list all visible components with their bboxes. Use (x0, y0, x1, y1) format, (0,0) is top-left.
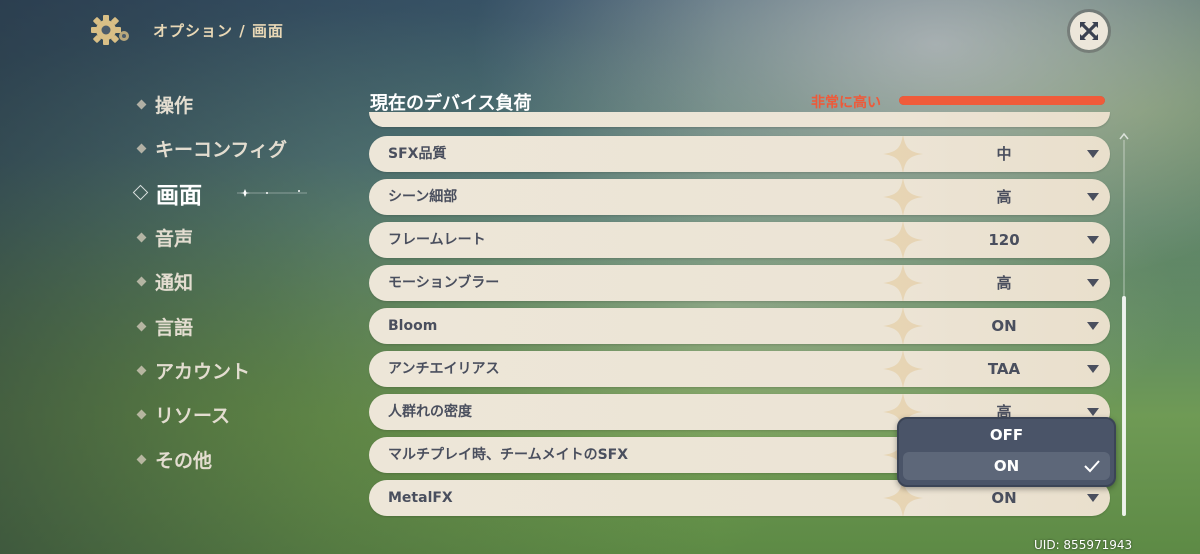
sparkle-icon (237, 188, 307, 197)
setting-label: MetalFX (388, 490, 453, 506)
star-decoration-icon (883, 222, 923, 258)
sidebar-item-audio[interactable]: 音声 (134, 215, 354, 259)
setting-value: 高 (996, 274, 1012, 292)
chevron-down-icon (1087, 365, 1099, 373)
setting-value: 120 (988, 231, 1020, 249)
chevron-down-icon (1087, 150, 1099, 158)
chevron-down-icon (1087, 193, 1099, 201)
star-decoration-icon (883, 308, 923, 344)
sidebar-item-label: リソース (155, 405, 231, 428)
diamond-bullet-icon (136, 409, 147, 420)
setting-row-motion-blur[interactable]: モーションブラー 高 (369, 265, 1110, 301)
sidebar-nav: 操作 キーコンフィグ 画面 音声 通知 言語 アカウント リソース その他 (132, 82, 354, 482)
setting-row-scene-detail[interactable]: シーン細部 高 (369, 179, 1110, 215)
star-decoration-icon (883, 351, 923, 387)
setting-value: 高 (996, 188, 1012, 206)
chevron-down-icon (1087, 236, 1099, 244)
dropdown-option-on[interactable]: ON (903, 452, 1110, 480)
star-decoration-icon (883, 136, 923, 172)
sidebar-item-label: 音声 (155, 227, 194, 250)
sidebar-item-key-config[interactable]: キーコンフィグ (134, 126, 354, 170)
sidebar-item-other[interactable]: その他 (134, 437, 354, 481)
close-icon (1080, 22, 1098, 40)
uid-label: UID: 855971943 (1034, 538, 1133, 552)
setting-row-anti-aliasing[interactable]: アンチエイリアス TAA (369, 351, 1110, 387)
scroll-up-icon[interactable] (1119, 132, 1129, 140)
diamond-bullet-icon (136, 321, 147, 332)
chevron-down-icon (1087, 408, 1099, 416)
sidebar-item-label: アカウント (155, 361, 251, 384)
device-load-bar-fill (899, 96, 1105, 105)
dropdown-option-off[interactable]: OFF (903, 421, 1110, 449)
diamond-bullet-icon (136, 365, 147, 376)
sidebar-item-notifications[interactable]: 通知 (134, 260, 354, 304)
setting-label: Bloom (388, 318, 438, 334)
chevron-down-icon (1087, 494, 1099, 502)
close-button[interactable] (1070, 12, 1108, 50)
chevron-down-icon (1087, 279, 1099, 287)
setting-row-sfx-quality[interactable]: SFX品質 中 (369, 136, 1110, 172)
scrollbar-thumb[interactable] (1122, 296, 1126, 516)
settings-row-partial (369, 112, 1110, 127)
setting-label: モーションブラー (388, 275, 500, 291)
dropdown-option-label: ON (993, 457, 1020, 475)
breadcrumb: オプション / 画面 (153, 22, 284, 40)
diamond-bullet-icon (132, 185, 149, 201)
checkmark-icon (1084, 460, 1100, 473)
setting-label: 人群れの密度 (388, 404, 472, 420)
setting-row-bloom[interactable]: Bloom ON (369, 308, 1110, 344)
gear-icon (91, 15, 129, 45)
star-decoration-icon (883, 265, 923, 301)
setting-label: アンチエイリアス (388, 361, 500, 377)
sidebar-item-resources[interactable]: リソース (134, 393, 354, 437)
diamond-bullet-icon (136, 143, 147, 154)
setting-row-frame-rate[interactable]: フレームレート 120 (369, 222, 1110, 258)
sidebar-item-language[interactable]: 言語 (134, 304, 354, 348)
sidebar-item-graphics[interactable]: 画面 (132, 171, 354, 215)
setting-value: ON (991, 317, 1017, 335)
setting-label: シーン細部 (388, 189, 458, 205)
sidebar-item-label: その他 (155, 449, 213, 472)
sidebar-item-label: 通知 (155, 272, 194, 295)
setting-value: 中 (996, 145, 1012, 163)
sidebar-item-controls[interactable]: 操作 (134, 82, 354, 126)
sidebar-item-label: 画面 (156, 182, 202, 209)
setting-label: マルチプレイ時、チームメイトのSFX (388, 447, 629, 463)
star-decoration-icon (883, 179, 923, 215)
diamond-bullet-icon (136, 276, 147, 287)
device-load-bar (899, 96, 1105, 105)
diamond-bullet-icon (136, 99, 147, 110)
chevron-down-icon (1087, 322, 1099, 330)
diamond-bullet-icon (136, 454, 147, 465)
coop-sfx-dropdown[interactable]: OFF ON (897, 417, 1116, 487)
diamond-bullet-icon (136, 232, 147, 243)
sidebar-item-label: キーコンフィグ (155, 139, 288, 162)
device-load-status: 非常に高い (811, 95, 881, 111)
sidebar-item-account[interactable]: アカウント (134, 348, 354, 392)
setting-label: SFX品質 (388, 146, 447, 162)
setting-value: TAA (987, 360, 1021, 378)
setting-label: フレームレート (388, 232, 486, 248)
sidebar-item-label: 言語 (155, 316, 194, 339)
sidebar-item-label: 操作 (155, 94, 194, 117)
